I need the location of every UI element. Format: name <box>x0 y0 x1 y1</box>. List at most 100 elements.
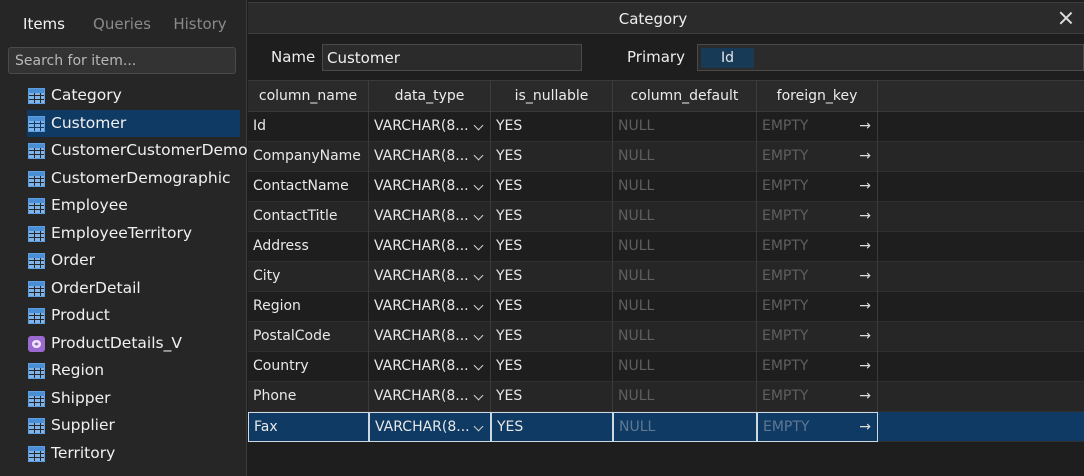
table-row[interactable]: ContactName VARCHAR(8... YES NULL EMPTY → <box>248 172 1084 202</box>
cell-foreign-key[interactable]: EMPTY → <box>757 292 878 322</box>
chevron-down-icon[interactable] <box>473 360 484 371</box>
cell-data-type[interactable]: VARCHAR(8... <box>369 352 491 382</box>
arrow-right-icon[interactable]: → <box>859 142 871 171</box>
close-icon[interactable] <box>1056 8 1076 28</box>
cell-column-default[interactable]: NULL <box>613 412 757 442</box>
sidebar-item-territory[interactable]: Territory <box>27 440 240 468</box>
primary-key-chip[interactable]: Id <box>701 48 754 68</box>
cell-column-name[interactable]: Phone <box>248 382 369 412</box>
cell-is-nullable[interactable]: YES <box>491 142 613 172</box>
sidebar-item-productdetails_v[interactable]: ProductDetails_V <box>27 330 240 358</box>
chevron-down-icon[interactable] <box>473 150 484 161</box>
table-name-input[interactable] <box>322 44 582 71</box>
cell-foreign-key[interactable]: EMPTY → <box>757 202 878 232</box>
chevron-down-icon[interactable] <box>473 421 484 432</box>
tab-items[interactable]: Items <box>6 10 82 38</box>
cell-foreign-key[interactable]: EMPTY → <box>757 112 878 142</box>
chevron-down-icon[interactable] <box>473 300 484 311</box>
cell-is-nullable[interactable]: YES <box>491 292 613 322</box>
cell-data-type[interactable]: VARCHAR(8... <box>369 412 491 442</box>
cell-data-type[interactable]: VARCHAR(8... <box>369 262 491 292</box>
cell-is-nullable[interactable]: YES <box>491 322 613 352</box>
chevron-down-icon[interactable] <box>473 120 484 131</box>
sidebar-item-product[interactable]: Product <box>27 302 240 330</box>
cell-foreign-key[interactable]: EMPTY → <box>757 142 878 172</box>
cell-column-name[interactable]: Id <box>248 112 369 142</box>
cell-column-default[interactable]: NULL <box>613 142 757 172</box>
cell-column-default[interactable]: NULL <box>613 292 757 322</box>
cell-column-default[interactable]: NULL <box>613 202 757 232</box>
sidebar-item-order[interactable]: Order <box>27 247 240 275</box>
cell-column-name[interactable]: CompanyName <box>248 142 369 172</box>
arrow-right-icon[interactable]: → <box>859 322 871 351</box>
chevron-down-icon[interactable] <box>473 390 484 401</box>
arrow-right-icon[interactable]: → <box>859 202 871 231</box>
primary-key-field[interactable]: Id <box>697 44 1084 71</box>
cell-is-nullable[interactable]: YES <box>491 412 613 442</box>
table-row[interactable]: City VARCHAR(8... YES NULL EMPTY → <box>248 262 1084 292</box>
cell-column-name[interactable]: ContactName <box>248 172 369 202</box>
table-row[interactable]: PostalCode VARCHAR(8... YES NULL EMPTY → <box>248 322 1084 352</box>
cell-column-default[interactable]: NULL <box>613 352 757 382</box>
arrow-right-icon[interactable]: → <box>859 262 871 291</box>
table-row[interactable]: CompanyName VARCHAR(8... YES NULL EMPTY → <box>248 142 1084 172</box>
cell-foreign-key[interactable]: EMPTY → <box>757 352 878 382</box>
arrow-right-icon[interactable]: → <box>859 413 871 441</box>
sidebar-item-customercustomerdemo[interactable]: CustomerCustomerDemo <box>27 137 248 165</box>
cell-column-default[interactable]: NULL <box>613 172 757 202</box>
arrow-right-icon[interactable]: → <box>859 172 871 201</box>
cell-is-nullable[interactable]: YES <box>491 172 613 202</box>
search-input[interactable] <box>8 47 236 74</box>
cell-data-type[interactable]: VARCHAR(8... <box>369 292 491 322</box>
cell-is-nullable[interactable]: YES <box>491 202 613 232</box>
cell-column-name[interactable]: Fax <box>248 412 369 442</box>
cell-foreign-key[interactable]: EMPTY → <box>757 232 878 262</box>
column-header-foreign-key[interactable]: foreign_key <box>757 81 878 112</box>
table-row[interactable]: Country VARCHAR(8... YES NULL EMPTY → <box>248 352 1084 382</box>
sidebar-item-orderdetail[interactable]: OrderDetail <box>27 275 240 303</box>
table-row[interactable]: ContactTitle VARCHAR(8... YES NULL EMPTY → <box>248 202 1084 232</box>
cell-is-nullable[interactable]: YES <box>491 232 613 262</box>
cell-column-default[interactable]: NULL <box>613 112 757 142</box>
cell-column-name[interactable]: Country <box>248 352 369 382</box>
tab-history[interactable]: History <box>162 10 238 38</box>
chevron-down-icon[interactable] <box>473 270 484 281</box>
cell-foreign-key[interactable]: EMPTY → <box>757 382 878 412</box>
cell-data-type[interactable]: VARCHAR(8... <box>369 112 491 142</box>
table-row[interactable]: Id VARCHAR(8... YES NULL EMPTY → <box>248 112 1084 142</box>
sidebar-item-customerdemographic[interactable]: CustomerDemographic <box>27 165 240 193</box>
arrow-right-icon[interactable]: → <box>859 382 871 411</box>
cell-column-name[interactable]: ContactTitle <box>248 202 369 232</box>
cell-column-name[interactable]: Region <box>248 292 369 322</box>
arrow-right-icon[interactable]: → <box>859 232 871 261</box>
column-header-is-nullable[interactable]: is_nullable <box>491 81 613 112</box>
column-header-column-name[interactable]: column_name <box>248 81 369 112</box>
cell-column-name[interactable]: Address <box>248 232 369 262</box>
table-row[interactable]: Address VARCHAR(8... YES NULL EMPTY → <box>248 232 1084 262</box>
cell-is-nullable[interactable]: YES <box>491 382 613 412</box>
sidebar-item-customer[interactable]: Customer <box>27 109 240 137</box>
cell-is-nullable[interactable]: YES <box>491 352 613 382</box>
sidebar-item-employee[interactable]: Employee <box>27 192 240 220</box>
column-header-data-type[interactable]: data_type <box>369 81 491 112</box>
chevron-down-icon[interactable] <box>473 330 484 341</box>
arrow-right-icon[interactable]: → <box>859 352 871 381</box>
cell-is-nullable[interactable]: YES <box>491 262 613 292</box>
arrow-right-icon[interactable]: → <box>859 292 871 321</box>
tab-queries[interactable]: Queries <box>84 10 160 38</box>
cell-column-default[interactable]: NULL <box>613 382 757 412</box>
cell-column-default[interactable]: NULL <box>613 322 757 352</box>
cell-foreign-key[interactable]: EMPTY → <box>757 172 878 202</box>
cell-data-type[interactable]: VARCHAR(8... <box>369 232 491 262</box>
column-header-column-default[interactable]: column_default <box>613 81 757 112</box>
cell-column-name[interactable]: PostalCode <box>248 322 369 352</box>
cell-data-type[interactable]: VARCHAR(8... <box>369 142 491 172</box>
cell-column-default[interactable]: NULL <box>613 232 757 262</box>
cell-column-default[interactable]: NULL <box>613 262 757 292</box>
cell-column-name[interactable]: City <box>248 262 369 292</box>
chevron-down-icon[interactable] <box>473 240 484 251</box>
cell-data-type[interactable]: VARCHAR(8... <box>369 382 491 412</box>
sidebar-item-employeeterritory[interactable]: EmployeeTerritory <box>27 220 240 248</box>
cell-foreign-key[interactable]: EMPTY → <box>757 322 878 352</box>
cell-foreign-key[interactable]: EMPTY → <box>757 412 878 442</box>
